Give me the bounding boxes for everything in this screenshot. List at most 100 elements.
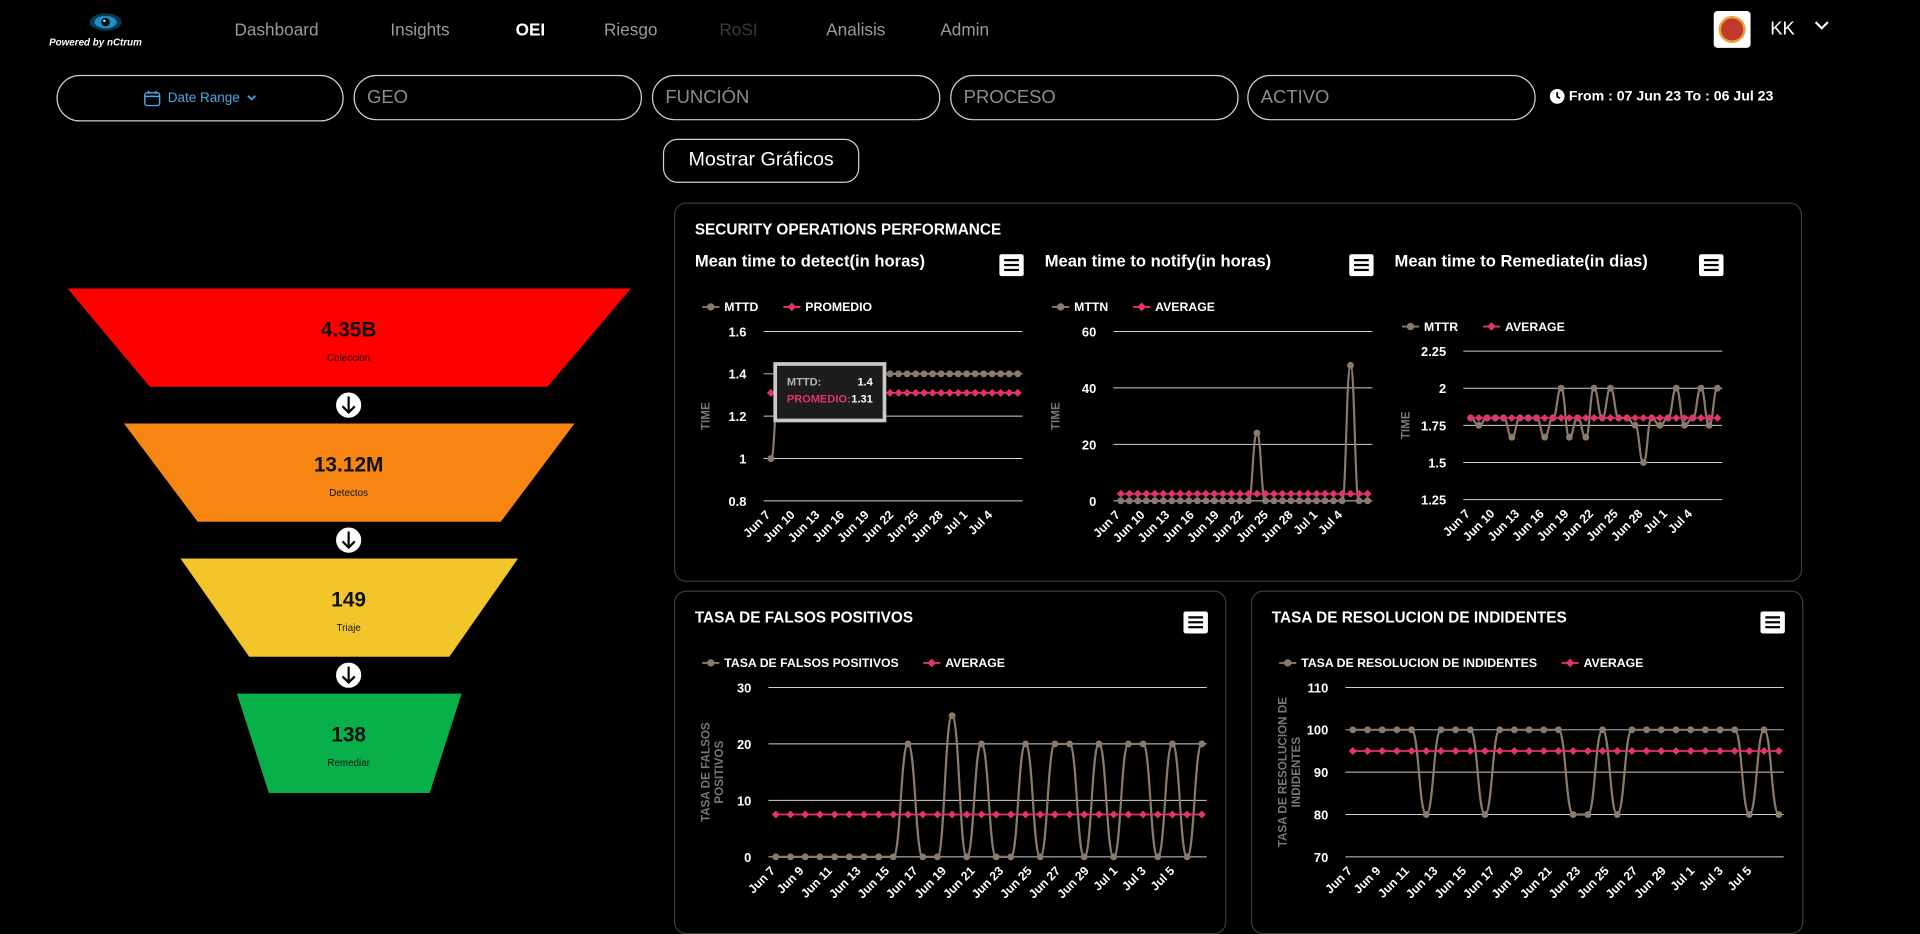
average-point[interactable] [1176, 489, 1185, 498]
series-point[interactable] [1716, 726, 1724, 734]
average-point[interactable] [1378, 746, 1387, 755]
average-point[interactable] [1745, 746, 1754, 755]
average-point[interactable] [1525, 746, 1534, 755]
average-point[interactable] [1701, 746, 1710, 755]
series-point[interactable] [1657, 726, 1665, 734]
series-point[interactable] [1051, 740, 1059, 748]
average-point[interactable] [1363, 746, 1372, 755]
series-point[interactable] [1590, 384, 1598, 392]
average-point[interactable] [1554, 746, 1563, 755]
series-point[interactable] [954, 370, 962, 378]
series-point[interactable] [1672, 384, 1680, 392]
series-point[interactable] [1253, 429, 1261, 437]
average-point[interactable] [1524, 413, 1533, 422]
funcion-filter-input[interactable] [651, 74, 941, 121]
average-point[interactable] [1614, 413, 1623, 422]
legend-average[interactable]: AVERAGE [1561, 656, 1644, 670]
legend-series[interactable]: MTTD [702, 300, 758, 314]
series-point[interactable] [889, 853, 897, 861]
average-point[interactable] [1321, 489, 1329, 498]
average-point[interactable] [1598, 746, 1607, 755]
series-point[interactable] [1697, 384, 1705, 392]
average-point[interactable] [1218, 489, 1227, 498]
average-point[interactable] [786, 810, 795, 819]
series-point[interactable] [1198, 740, 1206, 748]
series-point[interactable] [988, 370, 996, 378]
average-point[interactable] [1716, 746, 1725, 755]
series-point[interactable] [1508, 433, 1516, 441]
average-point[interactable] [1295, 489, 1304, 498]
series-point[interactable] [992, 853, 1000, 861]
average-point[interactable] [1655, 413, 1664, 422]
average-point[interactable] [1210, 489, 1219, 498]
average-point[interactable] [1201, 489, 1210, 498]
series-point[interactable] [875, 853, 883, 861]
average-point[interactable] [1312, 489, 1321, 498]
series-point[interactable] [1169, 740, 1176, 748]
proceso-filter-input[interactable] [950, 74, 1239, 121]
average-point[interactable] [1557, 413, 1566, 422]
series-point[interactable] [912, 370, 920, 378]
series-point[interactable] [1219, 497, 1227, 505]
series-point[interactable] [1540, 726, 1548, 734]
average-point[interactable] [1639, 413, 1648, 422]
average-point[interactable] [1269, 489, 1278, 498]
average-point[interactable] [1491, 413, 1500, 422]
chart-menu-icon[interactable] [999, 254, 1024, 277]
series-point[interactable] [1481, 811, 1489, 818]
average-point[interactable] [1235, 489, 1244, 498]
series-point[interactable] [980, 370, 988, 378]
average-point[interactable] [1671, 746, 1680, 755]
series-point[interactable] [1154, 853, 1162, 861]
series-point[interactable] [963, 370, 971, 378]
series-point[interactable] [845, 853, 853, 861]
series-point[interactable] [997, 370, 1005, 378]
series-point[interactable] [1022, 740, 1029, 748]
series-point[interactable] [767, 455, 775, 462]
series-point[interactable] [1117, 497, 1125, 505]
average-point[interactable] [1657, 746, 1666, 755]
series-point[interactable] [1557, 384, 1565, 392]
average-point[interactable] [1168, 810, 1177, 819]
activo-filter-input[interactable] [1247, 74, 1536, 121]
average-point[interactable] [1642, 746, 1651, 755]
average-point[interactable] [1153, 810, 1162, 819]
series-point[interactable] [1541, 433, 1549, 441]
series-point[interactable] [1613, 811, 1621, 818]
average-point[interactable] [1590, 413, 1599, 422]
series-point[interactable] [860, 853, 868, 861]
average-point[interactable] [979, 388, 988, 397]
series-point[interactable] [1452, 726, 1460, 734]
average-point[interactable] [1013, 388, 1022, 397]
average-point[interactable] [1124, 810, 1133, 819]
series-point[interactable] [937, 370, 945, 378]
series-point[interactable] [1168, 497, 1176, 505]
average-point[interactable] [1510, 746, 1519, 755]
series-point[interactable] [1701, 726, 1709, 734]
average-point[interactable] [1686, 746, 1695, 755]
average-point[interactable] [1252, 489, 1261, 498]
legend-series[interactable]: MTTR [1401, 320, 1458, 334]
average-point[interactable] [1696, 413, 1705, 422]
series-point[interactable] [1656, 421, 1664, 429]
series-point[interactable] [787, 853, 794, 861]
series-point[interactable] [1475, 421, 1483, 429]
average-point[interactable] [1481, 746, 1490, 755]
average-point[interactable] [771, 810, 780, 819]
average-point[interactable] [1109, 810, 1118, 819]
series-point[interactable] [1510, 726, 1518, 734]
series-point[interactable] [1364, 497, 1371, 505]
average-point[interactable] [1613, 746, 1622, 755]
average-point[interactable] [920, 388, 929, 397]
series-point[interactable] [1628, 726, 1636, 734]
average-point[interactable] [996, 388, 1005, 397]
average-point[interactable] [1183, 810, 1192, 819]
series-point[interactable] [1134, 497, 1142, 505]
average-point[interactable] [962, 810, 971, 819]
series-point[interactable] [1142, 497, 1150, 505]
legend-series[interactable]: TASA DE RESOLUCION DE INDIDENTES [1279, 656, 1537, 670]
series-point[interactable] [1555, 726, 1562, 734]
average-point[interactable] [1507, 413, 1516, 422]
mostrar-graficos-button[interactable]: Mostrar Gráficos [662, 138, 860, 183]
series-point[interactable] [1525, 726, 1533, 734]
